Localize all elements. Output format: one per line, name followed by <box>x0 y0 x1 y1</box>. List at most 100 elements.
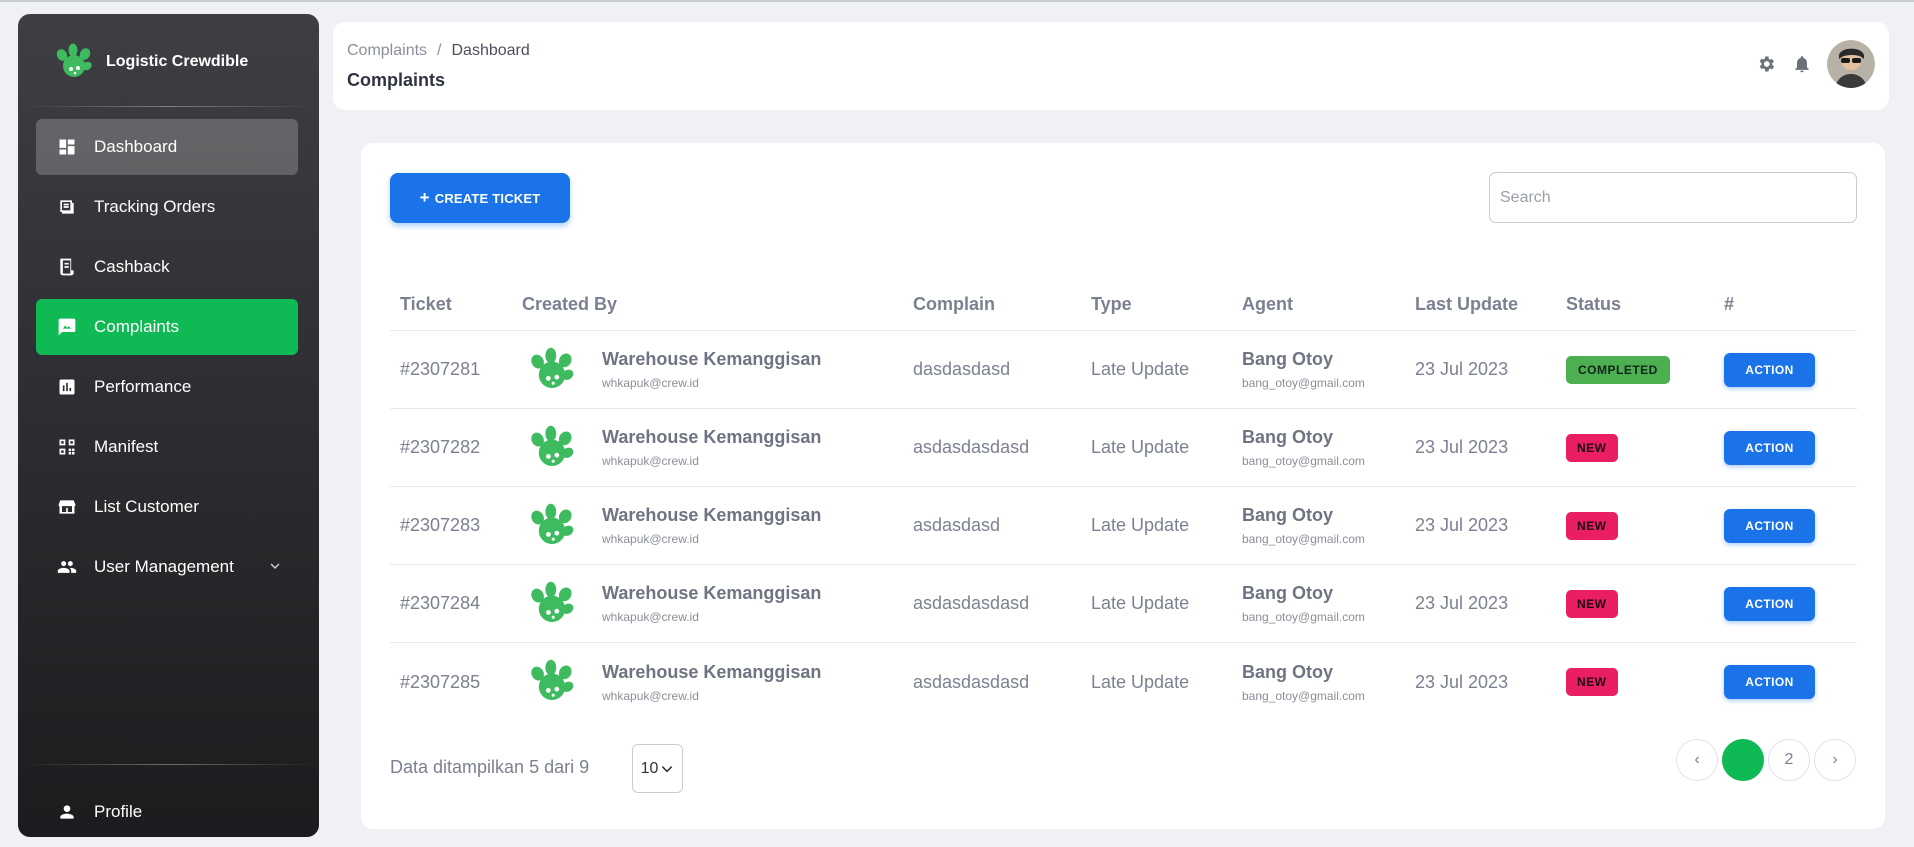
agent-cell: Bang Otoy bang_otoy@gmail.com <box>1242 349 1415 390</box>
page-title: Complaints <box>347 70 446 90</box>
agent-email: bang_otoy@gmail.com <box>1242 610 1365 624</box>
receipt-icon <box>56 256 78 278</box>
warehouse-logo-icon <box>531 425 574 466</box>
table-row[interactable]: #2307281 Warehouse Kemanggisan whkapuk@cre… <box>390 331 1857 409</box>
complaints-card: + CREATE TICKET Ticket Created By Compla… <box>361 143 1885 829</box>
created-by-cell: Warehouse Kemanggisan whkapuk@crew.id <box>522 424 913 472</box>
chevron-down-icon[interactable] <box>266 557 284 575</box>
dashboard-icon <box>56 136 78 158</box>
table-row[interactable]: #2307283 Warehouse Kemanggisan whkapuk@cre… <box>390 487 1857 565</box>
sidebar-item-label: User Management <box>94 557 234 576</box>
action-button[interactable]: ACTION <box>1724 430 1815 465</box>
crewdible-logo-icon <box>56 43 92 77</box>
column-header-agent[interactable]: Agent <box>1242 294 1415 315</box>
bell-icon[interactable] <box>1791 53 1813 75</box>
complain-type: Late Update <box>1091 593 1190 613</box>
agent-name: Bang Otoy <box>1242 349 1334 369</box>
plus-icon: + <box>419 188 430 207</box>
status-cell: NEW <box>1566 511 1724 540</box>
creator-email: whkapuk@crew.id <box>602 610 699 624</box>
sidebar-item-list-customer[interactable]: List Customer <box>36 479 298 535</box>
creator-name: Warehouse Kemanggisan <box>602 661 822 682</box>
action-button[interactable]: ACTION <box>1724 665 1815 699</box>
ticket-id[interactable]: #2307285 <box>390 672 522 693</box>
ticket-id[interactable]: #2307284 <box>390 593 522 614</box>
breadcrumb-separator: / <box>437 42 442 59</box>
table-row[interactable]: #2307284 Warehouse Kemanggisan whkapuk@cre… <box>390 565 1857 643</box>
column-header-status[interactable]: Status <box>1566 294 1724 315</box>
agent-name: Bang Otoy <box>1242 505 1334 525</box>
table-row[interactable]: #2307285 Warehouse Kemanggisan whkapuk@cre… <box>390 643 1857 721</box>
gear-icon[interactable] <box>1755 53 1777 75</box>
action-cell: ACTION <box>1724 665 1854 699</box>
status-cell: NEW <box>1566 589 1724 618</box>
action-cell: ACTION <box>1724 352 1854 387</box>
action-button[interactable]: ACTION <box>1724 352 1815 387</box>
table-header: Ticket Created By Complain Type Agent La… <box>390 279 1857 331</box>
sidebar-item-tracking-orders[interactable]: Tracking Orders <box>36 179 298 235</box>
created-by-cell: Warehouse Kemanggisan whkapuk@crew.id <box>522 658 913 706</box>
agent-cell: Bang Otoy bang_otoy@gmail.com <box>1242 427 1415 468</box>
status-badge: COMPLETED <box>1566 355 1670 384</box>
sidebar: Logistic Crewdible Dashboard Tracking Or… <box>18 14 319 837</box>
creator-email: whkapuk@crew.id <box>602 376 699 390</box>
status-cell: NEW <box>1566 433 1724 462</box>
sidebar-item-label: Profile <box>94 802 143 821</box>
agent-email: bang_otoy@gmail.com <box>1242 376 1365 390</box>
action-button[interactable]: ACTION <box>1724 586 1815 621</box>
column-header-last-update[interactable]: Last Update <box>1415 294 1566 315</box>
create-ticket-button[interactable]: + CREATE TICKET <box>390 173 570 223</box>
sidebar-item-label: Tracking Orders <box>94 197 216 216</box>
complain-type: Late Update <box>1091 437 1190 457</box>
avatar[interactable] <box>1827 40 1875 88</box>
breadcrumb-parent[interactable]: Complaints <box>347 42 427 60</box>
status-badge: NEW <box>1566 511 1618 540</box>
header-actions <box>1755 40 1875 88</box>
search-input[interactable] <box>1489 172 1857 223</box>
status-badge: NEW <box>1566 668 1618 696</box>
table-body: #2307281 Warehouse Kemanggisan whkapuk@cre… <box>390 331 1857 721</box>
pagination-page-2[interactable]: 2 <box>1768 739 1810 781</box>
column-header-complain[interactable]: Complain <box>913 294 1091 315</box>
warehouse-logo-icon <box>531 659 574 700</box>
agent-email: bang_otoy@gmail.com <box>1242 688 1365 703</box>
table-row[interactable]: #2307282 Warehouse Kemanggisan whkapuk@cre… <box>390 409 1857 487</box>
qr-icon <box>56 436 78 458</box>
status-badge: NEW <box>1566 433 1618 462</box>
sidebar-divider <box>18 764 319 765</box>
sidebar-item-complaints[interactable]: Complaints <box>36 299 298 355</box>
complaint-icon <box>56 316 78 338</box>
agent-email: bang_otoy@gmail.com <box>1242 454 1365 468</box>
agent-name: Bang Otoy <box>1242 583 1334 603</box>
last-update: 23 Jul 2023 <box>1415 593 1509 613</box>
tracking-icon <box>56 196 78 218</box>
sidebar-item-cashback[interactable]: Cashback <box>36 239 298 295</box>
column-header-type[interactable]: Type <box>1091 294 1242 315</box>
column-header-ticket[interactable]: Ticket <box>390 294 522 315</box>
column-header-created-by[interactable]: Created By <box>522 294 913 315</box>
sidebar-item-user-management[interactable]: User Management <box>36 539 298 595</box>
sidebar-item-label: List Customer <box>94 497 199 516</box>
agent-name: Bang Otoy <box>1242 661 1334 682</box>
pagination-prev-button[interactable]: ‹ <box>1676 739 1718 781</box>
pagination-page-1[interactable]: 1 <box>1722 739 1764 781</box>
sidebar-item-performance[interactable]: Performance <box>36 359 298 415</box>
chart-icon <box>56 376 78 398</box>
status-cell: COMPLETED <box>1566 355 1724 384</box>
sidebar-item-dashboard[interactable]: Dashboard <box>36 119 298 175</box>
action-cell: ACTION <box>1724 508 1854 543</box>
status-cell: NEW <box>1566 668 1724 696</box>
page-size-select[interactable]: 10 <box>632 744 683 793</box>
brand[interactable]: Logistic Crewdible <box>54 42 248 82</box>
ticket-id[interactable]: #2307281 <box>390 359 522 380</box>
page-size-value: 10 <box>640 759 659 777</box>
action-button[interactable]: ACTION <box>1724 508 1815 543</box>
ticket-id[interactable]: #2307283 <box>390 515 522 536</box>
agent-name: Bang Otoy <box>1242 427 1334 447</box>
created-by-cell: Warehouse Kemanggisan whkapuk@crew.id <box>522 580 913 628</box>
sidebar-item-manifest[interactable]: Manifest <box>36 419 298 475</box>
sidebar-item-profile[interactable]: Profile <box>36 786 298 838</box>
last-update: 23 Jul 2023 <box>1415 359 1509 379</box>
pagination-next-button[interactable]: › <box>1814 739 1856 781</box>
ticket-id[interactable]: #2307282 <box>390 437 522 458</box>
